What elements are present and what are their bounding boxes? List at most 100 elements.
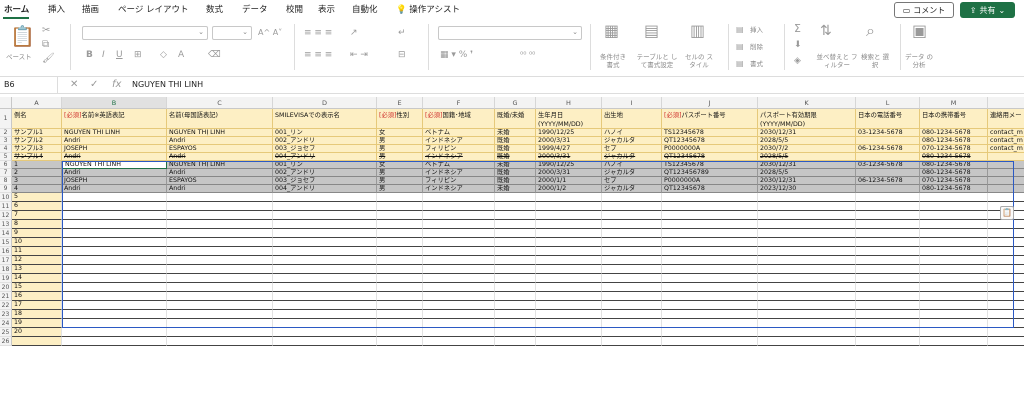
table-cell[interactable] [273, 292, 377, 301]
table-cell[interactable] [273, 202, 377, 211]
cancel-icon[interactable]: ✕ [70, 79, 78, 90]
table-cell[interactable]: NGUYEN THI LINH [62, 129, 167, 137]
table-cell[interactable] [758, 202, 856, 211]
header-cell[interactable]: 日本の携帯番号 [920, 109, 988, 129]
table-cell[interactable]: 070-1234-5678 [920, 145, 988, 153]
table-cell[interactable] [758, 274, 856, 283]
table-cell[interactable] [167, 247, 273, 256]
header-cell[interactable]: 生年月日 (YYYY/MM/DD) [536, 109, 602, 129]
table-cell[interactable]: 003_ジョセフ [273, 145, 377, 153]
table-cell[interactable]: ESPAYOS [167, 177, 273, 185]
table-cell[interactable] [856, 310, 920, 319]
table-cell[interactable] [758, 283, 856, 292]
paste-icon[interactable]: 📋 [10, 26, 35, 46]
column-header[interactable]: K [758, 97, 856, 109]
row-header[interactable]: 26 [0, 337, 12, 346]
table-cell[interactable] [758, 301, 856, 310]
table-cell[interactable] [273, 193, 377, 202]
table-cell[interactable] [62, 256, 167, 265]
delete-cells-icon[interactable]: ▤ [736, 42, 744, 52]
table-cell[interactable] [273, 229, 377, 238]
font-size-select[interactable]: ⌄ [212, 26, 252, 40]
row-header[interactable]: 19 [0, 274, 12, 283]
table-cell[interactable] [377, 265, 423, 274]
table-cell[interactable] [602, 337, 662, 346]
table-cell[interactable]: P0000000A [662, 177, 758, 185]
table-cell[interactable] [602, 193, 662, 202]
table-cell[interactable]: 14 [12, 274, 62, 283]
row-header[interactable]: 16 [0, 247, 12, 256]
table-cell[interactable] [856, 283, 920, 292]
table-cell[interactable]: QT12345678 [662, 153, 758, 161]
table-cell[interactable]: 2030/12/31 [758, 129, 856, 137]
table-cell[interactable]: 7 [12, 211, 62, 220]
table-cell[interactable]: セブ [602, 145, 662, 153]
align-top-icon[interactable]: ≡ ≡ ≡ [304, 28, 332, 38]
table-cell[interactable]: 女 [377, 161, 423, 169]
comment-button[interactable]: ▭ コメント [894, 2, 954, 18]
table-cell[interactable] [758, 337, 856, 346]
table-cell[interactable]: 既婚 [495, 177, 536, 185]
confirm-icon[interactable]: ✓ [90, 79, 98, 90]
table-cell[interactable] [536, 292, 602, 301]
table-cell[interactable]: 004_アンドリ [273, 185, 377, 193]
table-cell[interactable] [856, 153, 920, 161]
table-cell[interactable] [273, 310, 377, 319]
tab-8[interactable]: 自動化 [352, 3, 378, 15]
table-cell[interactable] [662, 283, 758, 292]
clear-format-icon[interactable]: ⌫ [208, 50, 221, 60]
table-cell[interactable]: 未婚 [495, 161, 536, 169]
table-cell[interactable]: QT12345678 [662, 185, 758, 193]
table-cell[interactable] [602, 247, 662, 256]
table-cell[interactable] [536, 247, 602, 256]
table-cell[interactable]: インドネシア [423, 137, 495, 145]
table-cell[interactable]: 2030/12/31 [758, 161, 856, 169]
table-cell[interactable] [856, 202, 920, 211]
table-cell[interactable] [988, 292, 1024, 301]
format-painter-icon[interactable]: 🖌 [42, 54, 55, 64]
table-cell[interactable] [758, 256, 856, 265]
table-cell[interactable]: ジャカルタ [602, 153, 662, 161]
table-cell[interactable] [856, 211, 920, 220]
table-cell[interactable] [62, 220, 167, 229]
table-cell[interactable] [423, 310, 495, 319]
table-cell[interactable]: Andri [62, 137, 167, 145]
table-cell[interactable] [12, 337, 62, 346]
table-cell[interactable] [920, 265, 988, 274]
tab-0[interactable]: ホーム [4, 3, 29, 15]
table-cell[interactable]: 2030/7/2 [758, 145, 856, 153]
table-cell[interactable]: 男 [377, 153, 423, 161]
table-cell[interactable] [602, 301, 662, 310]
row-header[interactable]: 2 [0, 129, 12, 137]
table-cell[interactable] [495, 274, 536, 283]
row-header[interactable]: 13 [0, 220, 12, 229]
table-cell[interactable] [377, 202, 423, 211]
table-cell[interactable]: サンプル4 [12, 153, 62, 161]
table-cell[interactable] [920, 220, 988, 229]
table-cell[interactable] [423, 229, 495, 238]
table-cell[interactable] [856, 256, 920, 265]
column-header[interactable] [988, 97, 1024, 109]
table-cell[interactable] [856, 220, 920, 229]
table-cell[interactable] [856, 328, 920, 337]
table-cell[interactable] [273, 274, 377, 283]
table-cell[interactable]: 070-1234-5678 [920, 177, 988, 185]
table-cell[interactable]: サンプル3 [12, 145, 62, 153]
table-cell[interactable] [495, 211, 536, 220]
table-cell[interactable] [988, 238, 1024, 247]
table-cell[interactable] [662, 274, 758, 283]
table-cell[interactable]: ベトナム [423, 129, 495, 137]
header-cell[interactable]: 日本の電話番号 [856, 109, 920, 129]
table-cell[interactable] [536, 202, 602, 211]
table-cell[interactable] [602, 328, 662, 337]
table-cell[interactable]: Andri [167, 153, 273, 161]
table-cell[interactable] [988, 229, 1024, 238]
table-cell[interactable] [377, 319, 423, 328]
table-cell[interactable] [536, 220, 602, 229]
table-cell[interactable]: 080-1234-5678 [920, 153, 988, 161]
table-cell[interactable] [536, 319, 602, 328]
table-cell[interactable]: 19 [12, 319, 62, 328]
table-cell[interactable] [988, 247, 1024, 256]
insert-cells-icon[interactable]: ▤ [736, 25, 744, 35]
table-cell[interactable] [758, 211, 856, 220]
